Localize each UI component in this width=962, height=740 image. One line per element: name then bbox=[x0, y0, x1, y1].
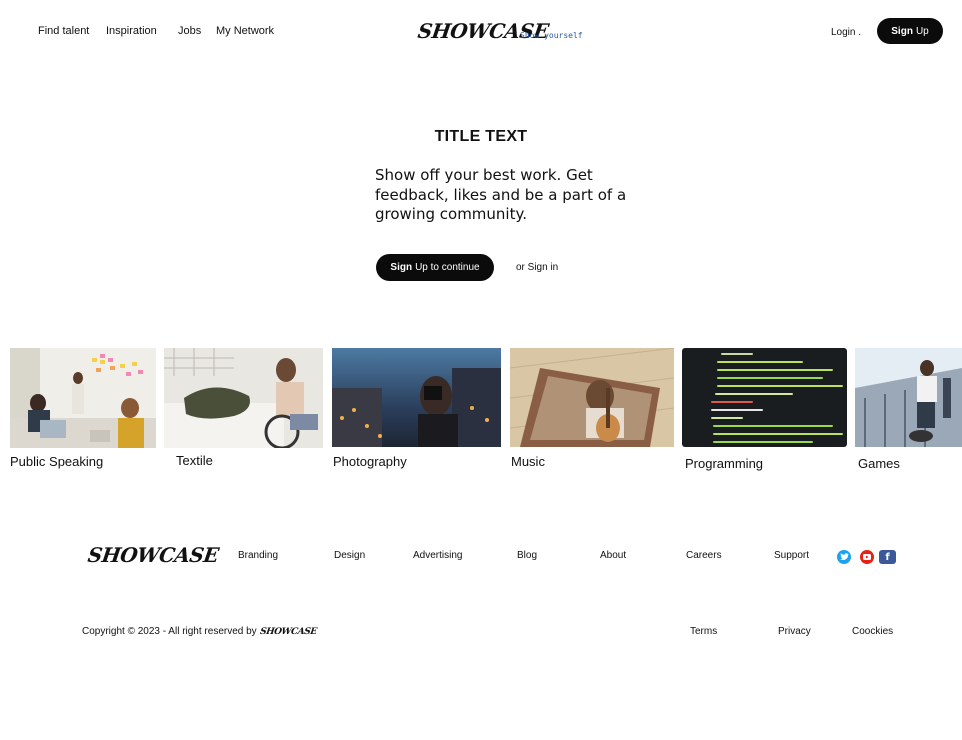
login-link[interactable]: Login . bbox=[831, 27, 861, 38]
footer-link-careers[interactable]: Careers bbox=[686, 550, 722, 561]
footer-link-blog[interactable]: Blog bbox=[517, 550, 537, 561]
copyright-label: Copyright © 2023 - All right reserved by bbox=[82, 626, 257, 637]
music-image[interactable] bbox=[510, 348, 674, 447]
category-label-games[interactable]: Games bbox=[858, 456, 900, 471]
category-label-programming[interactable]: Programming bbox=[685, 456, 763, 471]
public-speaking-image[interactable] bbox=[10, 348, 156, 448]
footer-link-advertising[interactable]: Advertising bbox=[413, 550, 462, 561]
nav-jobs[interactable]: Jobs bbox=[178, 25, 201, 37]
footer-link-design[interactable]: Design bbox=[334, 550, 365, 561]
legal-link-privacy[interactable]: Privacy bbox=[778, 626, 811, 637]
signin-link[interactable]: or Sign in bbox=[516, 262, 558, 273]
category-label-music[interactable]: Music bbox=[511, 454, 545, 469]
signup-button[interactable]: Sign Up bbox=[877, 18, 943, 44]
twitter-icon[interactable] bbox=[837, 550, 851, 564]
signup-continue-rest: Up to continue bbox=[415, 262, 480, 273]
category-label-textile[interactable]: Textile bbox=[176, 453, 213, 468]
programming-image[interactable] bbox=[682, 348, 847, 447]
category-label-photography[interactable]: Photography bbox=[333, 454, 407, 469]
signup-continue-bold: Sign bbox=[390, 262, 413, 273]
header-tagline: Show yourself bbox=[520, 31, 583, 40]
legal-link-terms[interactable]: Terms bbox=[690, 626, 717, 637]
textile-image[interactable] bbox=[164, 348, 323, 448]
nav-inspiration[interactable]: Inspiration bbox=[106, 25, 157, 37]
signup-button-rest: Up bbox=[915, 25, 929, 37]
nav-find-talent[interactable]: Find talent bbox=[38, 25, 89, 37]
hero-description: Show off your best work. Get feedback, l… bbox=[375, 166, 627, 223]
copyright-logo: SHOWCASE bbox=[259, 627, 318, 637]
facebook-icon[interactable]: f bbox=[879, 550, 896, 564]
footer-link-support[interactable]: Support bbox=[774, 550, 809, 561]
category-label-public-speaking[interactable]: Public Speaking bbox=[10, 454, 103, 469]
footer-link-branding[interactable]: Branding bbox=[238, 550, 278, 561]
footer-logo[interactable]: SHOWCASE bbox=[86, 543, 220, 567]
legal-link-cookies[interactable]: Coockies bbox=[852, 626, 893, 637]
youtube-icon[interactable] bbox=[860, 550, 874, 564]
nav-my-network[interactable]: My Network bbox=[216, 25, 274, 37]
footer-link-about[interactable]: About bbox=[600, 550, 626, 561]
hero-title: TITLE TEXT bbox=[434, 128, 528, 145]
games-image[interactable] bbox=[855, 348, 962, 447]
photography-image[interactable] bbox=[332, 348, 501, 447]
signup-button-bold: Sign bbox=[891, 25, 913, 37]
copyright-text: Copyright © 2023 - All right reserved by… bbox=[82, 626, 318, 637]
signup-continue-button[interactable]: Sign Up to continue bbox=[376, 254, 494, 281]
